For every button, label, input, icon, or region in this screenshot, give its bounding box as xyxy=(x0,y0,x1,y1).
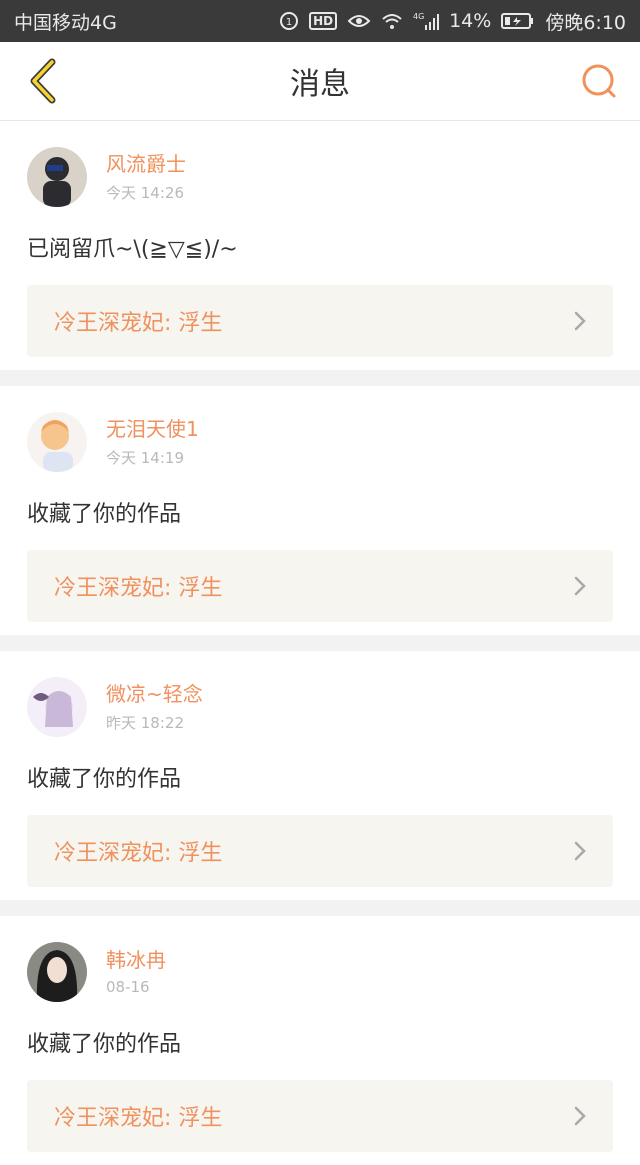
divider xyxy=(0,370,640,386)
message-text: 收藏了你的作品 xyxy=(27,502,182,527)
work-link[interactable]: 冷王深宠妃: 浮生 xyxy=(27,815,613,887)
message-card: 风流爵士 今天 14:26 已阅留爪~\(≧▽≦)/~ 冷王深宠妃: 浮生 xyxy=(0,121,640,370)
chevron-right-icon xyxy=(574,311,586,331)
timestamp: 今天 14:19 xyxy=(106,448,184,467)
work-title: 冷王深宠妃: 浮生 xyxy=(54,311,223,336)
eye-icon xyxy=(347,13,371,29)
search-icon xyxy=(582,64,616,98)
message-user[interactable]: 无泪天使1 今天 14:19 xyxy=(27,412,613,472)
message-text: 已阅留爪~\(≧▽≦)/~ xyxy=(27,237,238,262)
message-card: 无泪天使1 今天 14:19 收藏了你的作品 冷王深宠妃: 浮生 xyxy=(0,386,640,635)
svg-text:4G: 4G xyxy=(413,12,424,21)
chevron-right-icon xyxy=(574,1106,586,1126)
work-link[interactable]: 冷王深宠妃: 浮生 xyxy=(27,550,613,622)
signal-icon: 4G xyxy=(413,11,440,31)
top-nav: 消息 xyxy=(0,42,640,121)
message-card: 微凉~轻念 昨天 18:22 收藏了你的作品 冷王深宠妃: 浮生 xyxy=(0,651,640,900)
timestamp: 昨天 18:22 xyxy=(106,713,184,732)
timestamp: 今天 14:26 xyxy=(106,183,184,202)
message-text: 收藏了你的作品 xyxy=(27,1032,182,1057)
battery-icon xyxy=(501,12,535,30)
username[interactable]: 韩冰冉 xyxy=(106,948,166,972)
svg-text:1: 1 xyxy=(286,17,292,28)
page-title: 消息 xyxy=(290,67,350,102)
avatar[interactable] xyxy=(27,412,87,472)
status-indicators: 1 HD 4G 14% 傍晚6:10 xyxy=(279,8,626,35)
hd-icon: HD xyxy=(309,12,338,30)
username[interactable]: 风流爵士 xyxy=(106,152,186,176)
timestamp: 08-16 xyxy=(106,978,150,996)
battery-percent: 14% xyxy=(449,10,492,32)
chevron-right-icon xyxy=(574,841,586,861)
username[interactable]: 无泪天使1 xyxy=(106,417,199,441)
avatar[interactable] xyxy=(27,677,87,737)
work-link[interactable]: 冷王深宠妃: 浮生 xyxy=(27,1080,613,1152)
clock-label: 傍晚6:10 xyxy=(545,11,626,34)
message-user[interactable]: 微凉~轻念 昨天 18:22 xyxy=(27,677,613,737)
divider xyxy=(0,635,640,651)
status-bar: 中国移动4G 1 HD 4G 14% 傍晚6:10 xyxy=(0,0,640,42)
work-title: 冷王深宠妃: 浮生 xyxy=(54,576,223,601)
carrier-label: 中国移动4G xyxy=(14,11,117,34)
work-link[interactable]: 冷王深宠妃: 浮生 xyxy=(27,285,613,357)
work-title: 冷王深宠妃: 浮生 xyxy=(54,841,223,866)
back-button[interactable] xyxy=(14,51,74,111)
message-user[interactable]: 风流爵士 今天 14:26 xyxy=(27,147,613,207)
message-text: 收藏了你的作品 xyxy=(27,767,182,792)
chevron-right-icon xyxy=(574,576,586,596)
username[interactable]: 微凉~轻念 xyxy=(106,682,203,706)
message-card: 韩冰冉 08-16 收藏了你的作品 冷王深宠妃: 浮生 xyxy=(0,916,640,1165)
message-user[interactable]: 韩冰冉 08-16 xyxy=(27,942,613,1002)
notification-icon: 1 xyxy=(279,11,299,31)
chevron-left-icon xyxy=(30,58,56,104)
wifi-icon xyxy=(381,12,403,30)
avatar[interactable] xyxy=(27,942,87,1002)
work-title: 冷王深宠妃: 浮生 xyxy=(54,1106,223,1131)
divider xyxy=(0,900,640,916)
avatar[interactable] xyxy=(27,147,87,207)
search-button[interactable] xyxy=(574,56,624,106)
